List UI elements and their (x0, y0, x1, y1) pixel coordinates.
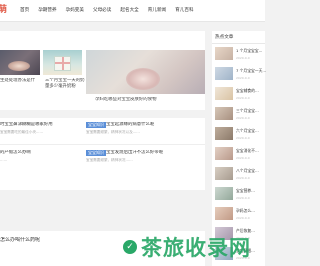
sidebar-item-date: 2020-0-0 (236, 196, 250, 200)
sidebar-item[interactable]: 宝宝消化不… 2020-0-0 (215, 147, 265, 166)
category-tag[interactable]: 宝宝知识 (86, 150, 106, 156)
nav-pregnancy-nutrition[interactable]: 孕期营养 (38, 0, 56, 22)
sidebar-item[interactable]: 1 个月宝宝宝… 2020-0-0 (215, 47, 265, 66)
sidebar-item-date: 2020-0-0 (236, 96, 250, 100)
article-list: 时宝宝鼻涕糊糊是哪家好用 宝宝需要吃的最佳小块…… 宝宝知识 宝宝起源缘的病意什… (0, 118, 205, 190)
list-item-desc: 宝宝需要吃的最佳小块…… (0, 130, 44, 134)
sidebar-thumbnail[interactable] (215, 47, 233, 60)
sidebar-item-date: 2020-0-0 (236, 176, 250, 180)
feature-card-image-1[interactable] (0, 50, 40, 75)
sidebar-item[interactable]: 宝宝辅食的… 2020-0-0 (215, 87, 265, 106)
watermark: ✓ 茶旅收录网 (123, 228, 263, 266)
sidebar-item[interactable]: 宝宝营养… 2020-0-0 (215, 187, 265, 206)
sidebar-item[interactable]: 三个月宝宝… 2020-0-0 (215, 107, 265, 126)
sidebar-item-title[interactable]: 宝宝营养… (236, 188, 266, 193)
sidebar-item-title[interactable]: 宝宝辅食的… (236, 88, 266, 93)
sidebar-item-date: 2020-0-0 (236, 56, 250, 60)
sidebar-thumbnail[interactable] (215, 127, 233, 140)
sidebar-item[interactable]: 八个月宝宝… 2020-0-0 (215, 167, 265, 186)
sidebar-item[interactable]: 孕妈怎么… 2020-0-0 (215, 207, 265, 226)
nav-parenting-news[interactable]: 育儿新闻 (148, 0, 166, 22)
sidebar-item[interactable]: 六个月宝宝… 2020-0-0 (215, 127, 265, 146)
list-item-title[interactable]: 的产假怎么办啊 (0, 150, 80, 156)
sidebar-item-date: 2020-0-0 (236, 216, 250, 220)
feature-image-1-detail (8, 61, 30, 71)
site-logo[interactable]: 萌 (0, 4, 7, 16)
sidebar-item-title[interactable]: 1 个月宝宝宝… (236, 48, 266, 53)
main-nav: 首页 孕期营养 孕妈变美 父母必读 起名大全 育儿新闻 育儿百科 (20, 0, 194, 22)
sidebar-item-date: 2020-0-0 (236, 116, 250, 120)
gift-box-icon (54, 56, 71, 71)
sidebar-item-title[interactable]: 六个月宝宝… (236, 128, 266, 133)
nav-pregnancy-beauty[interactable]: 孕妈变美 (66, 0, 84, 22)
sidebar-item-date: 2020-0-0 (236, 136, 250, 140)
sidebar-thumbnail[interactable] (215, 67, 233, 80)
featured-articles: 生处处理办法是什 三个月宝宝一天的奶量多少毫升奶粉 孕妇吃哪些对宝宝皮肤好的食物 (0, 31, 205, 110)
sidebar-item-date: 2020-0-0 (236, 76, 250, 80)
list-item-title[interactable]: 时宝宝鼻涕糊糊是哪家好用 (0, 122, 80, 128)
sidebar-item-date: 2020-0-0 (236, 156, 250, 160)
sidebar-thumbnail[interactable] (215, 167, 233, 180)
divider (0, 144, 205, 145)
sidebar-thumbnail[interactable] (215, 107, 233, 120)
site-header: 萌 首页 孕期营养 孕妈变美 父母必读 起名大全 育儿新闻 育儿百科 (0, 0, 265, 22)
list-item-desc: 宝宝需要频繁，精神状况以及…… (86, 130, 140, 134)
sidebar-item-title[interactable]: 宝宝消化不… (236, 148, 266, 153)
list-item-desc: 宝宝需要频繁，精神状况…… (86, 158, 133, 162)
watermark-leaf-icon: ✓ (123, 240, 137, 254)
feature-image-3-detail (126, 68, 160, 90)
feature-card-caption-1[interactable]: 生处处理办法是什 (0, 78, 40, 84)
sidebar-thumbnail[interactable] (215, 187, 233, 200)
sidebar-item-title[interactable]: 八个月宝宝… (236, 168, 266, 173)
sidebar-thumbnail[interactable] (215, 147, 233, 160)
category-tag[interactable]: 宝宝知识 (86, 122, 106, 128)
list-item-title[interactable]: 宝宝起源缘的病意什么呢 (106, 122, 202, 128)
watermark-text: 茶旅收录网 (141, 236, 251, 260)
feature-card-image-2[interactable] (43, 50, 82, 75)
feature-card-caption-2[interactable]: 三个月宝宝一天的奶量多少毫升奶粉 (45, 78, 85, 90)
sidebar-item[interactable]: 7 个月宝宝一天… 2020-0-0 (215, 67, 266, 86)
nav-parents-reading[interactable]: 父母必读 (93, 0, 111, 22)
sidebar-thumbnail[interactable] (215, 207, 233, 220)
list-item-desc: …… (0, 158, 8, 162)
sidebar-title: 热点文章 (215, 35, 234, 40)
nav-parenting-wiki[interactable]: 育儿百科 (175, 0, 193, 22)
nav-naming[interactable]: 起名大全 (120, 0, 138, 22)
nav-home[interactable]: 首页 (20, 0, 29, 22)
list-item-title[interactable]: 宝宝发烧后出汗不怎么好带呢 (106, 150, 202, 156)
feature-card-caption-3[interactable]: 孕妇吃哪些对宝宝皮肤好的食物 (95, 97, 203, 103)
sidebar-item-title[interactable]: 孕妈怎么… (236, 208, 266, 213)
divider (212, 43, 265, 44)
sidebar-item-title[interactable]: 三个月宝宝… (236, 108, 266, 113)
feature-card-image-3[interactable] (86, 50, 205, 94)
sidebar-thumbnail[interactable] (215, 87, 233, 100)
article-title[interactable]: 怎么办喝什么药呢 (0, 237, 120, 243)
sidebar-item-title[interactable]: 7 个月宝宝一天… (236, 68, 266, 73)
